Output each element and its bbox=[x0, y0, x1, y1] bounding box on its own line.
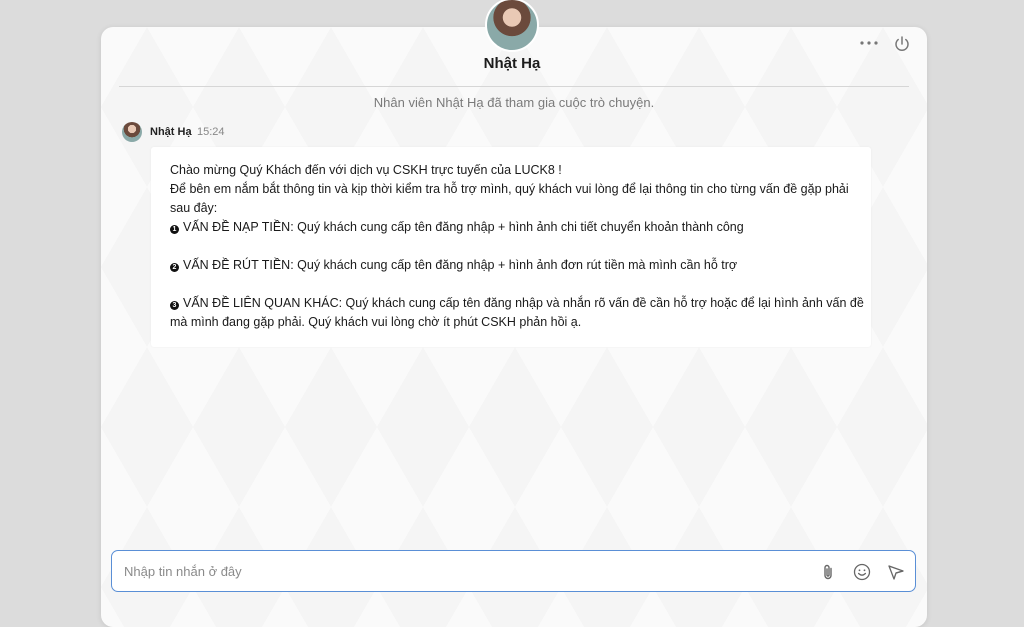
message-line: sau đây: bbox=[170, 201, 218, 215]
paperclip-icon[interactable] bbox=[818, 562, 838, 582]
message-sender: Nhật Hạ bbox=[150, 126, 192, 138]
list-item: 3 VẤN ĐỀ LIÊN QUAN KHÁC: Quý khách cung c… bbox=[170, 294, 864, 313]
number-badge: 1 bbox=[170, 225, 179, 234]
message-composer[interactable] bbox=[111, 550, 916, 592]
number-badge: 2 bbox=[170, 263, 179, 272]
message-line: Chào mừng Quý Khách đến với dịch vụ CSKH… bbox=[170, 163, 562, 177]
list-item-text: VẤN ĐỀ LIÊN QUAN KHÁC: Quý khách cung cấ… bbox=[183, 296, 864, 310]
number-badge: 3 bbox=[170, 301, 179, 310]
list-item-text: VẤN ĐỀ NẠP TIỀN: Quý khách cung cấp tên … bbox=[183, 220, 744, 234]
message-avatar bbox=[122, 122, 142, 142]
message-bubble: Chào mừng Quý Khách đến với dịch vụ CSKH… bbox=[151, 147, 871, 347]
agent-name: Nhật Hạ bbox=[483, 55, 541, 72]
system-message: Nhân viên Nhật Hạ đã tham gia cuộc trò c… bbox=[373, 95, 655, 110]
list-item-continuation: mà mình đang gặp phải. Quý khách vui lòn… bbox=[170, 315, 582, 329]
message-time: 15:24 bbox=[197, 126, 225, 138]
agent-avatar bbox=[485, 0, 539, 52]
list-item-text: VẤN ĐỀ RÚT TIỀN: Quý khách cung cấp tên … bbox=[183, 258, 738, 272]
power-icon[interactable] bbox=[893, 35, 911, 53]
header-divider bbox=[119, 86, 909, 87]
message-line: Để bên em nắm bắt thông tin và kịp thời … bbox=[170, 182, 849, 196]
message-input[interactable] bbox=[124, 561, 804, 581]
list-item: 2 VẤN ĐỀ RÚT TIỀN: Quý khách cung cấp tên… bbox=[170, 256, 853, 275]
more-horizontal-icon[interactable] bbox=[858, 35, 880, 51]
smiley-icon[interactable] bbox=[852, 562, 872, 582]
send-icon[interactable] bbox=[886, 562, 906, 582]
list-item: 1 VẤN ĐỀ NẠP TIỀN: Quý khách cung cấp tên… bbox=[170, 218, 853, 237]
